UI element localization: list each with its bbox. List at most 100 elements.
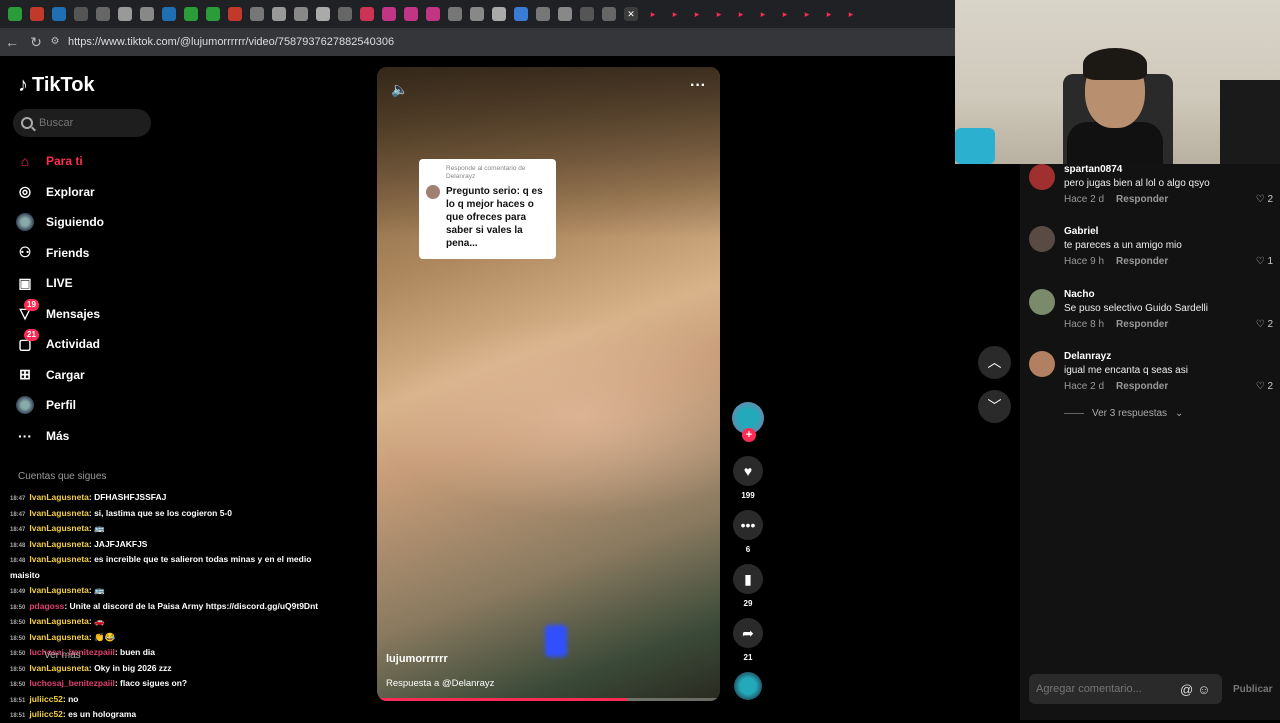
sidebar-item-perfil[interactable]: Perfil (16, 390, 104, 421)
chat-time: 18:50 (10, 620, 26, 626)
like-button[interactable]: ♥ (733, 456, 763, 486)
browser-tab-favicon[interactable]: ▸ (668, 7, 682, 21)
sidebar-item-mensajes[interactable]: ▽ 19 Mensajes (16, 298, 104, 330)
comment-like-button[interactable]: ♡ 2 (1256, 194, 1273, 205)
comment-like-button[interactable]: ♡ 2 (1256, 319, 1273, 330)
browser-tab-favicon[interactable] (426, 7, 440, 21)
sidebar-item-friends[interactable]: ⚇ Friends (16, 238, 104, 269)
reload-icon[interactable]: ↻ (24, 30, 48, 54)
browser-tab-favicon[interactable] (206, 7, 220, 21)
volume-icon[interactable]: 🔈 (391, 81, 408, 98)
url-field[interactable]: https://www.tiktok.com/@lujumorrrrrr/vid… (68, 36, 394, 48)
reply-button[interactable]: Responder (1116, 256, 1168, 267)
save-button[interactable]: ▮ (733, 564, 763, 594)
previous-video-button[interactable]: ︿ (978, 346, 1011, 379)
browser-tab-favicon[interactable]: ▸ (734, 7, 748, 21)
video-caption[interactable]: Respuesta a @Delanrayz (386, 678, 494, 689)
comment-input-box[interactable]: @ ☺ (1029, 674, 1222, 704)
search-box[interactable] (13, 109, 151, 137)
browser-tab-favicon[interactable]: ▸ (800, 7, 814, 21)
avatar[interactable] (1029, 226, 1055, 252)
browser-tab-favicon[interactable] (8, 7, 22, 21)
emoji-icon[interactable]: ☺ (1197, 682, 1210, 697)
back-icon[interactable]: ← (0, 30, 24, 54)
comment-button[interactable]: ••• (733, 510, 763, 540)
browser-tab-favicon[interactable]: ▸ (690, 7, 704, 21)
creator-avatar[interactable]: + (732, 402, 764, 442)
browser-tab-favicon[interactable] (514, 7, 528, 21)
browser-tab-favicon[interactable] (602, 7, 616, 21)
browser-tab-favicon[interactable] (294, 7, 308, 21)
avatar[interactable] (1029, 351, 1055, 377)
browser-tab-favicon[interactable] (184, 7, 198, 21)
browser-tab-favicon[interactable] (360, 7, 374, 21)
browser-tab-favicon[interactable] (250, 7, 264, 21)
comment-username[interactable]: Delanrayz (1064, 351, 1111, 362)
comment-input[interactable] (1036, 683, 1176, 695)
browser-tab-favicon[interactable]: ▸ (778, 7, 792, 21)
tiktok-logo[interactable]: ♪ TikTok (18, 74, 95, 97)
sidebar-item-cargar[interactable]: ⊞ Cargar (16, 360, 104, 391)
browser-tab-favicon[interactable] (118, 7, 132, 21)
search-input[interactable] (39, 117, 139, 129)
video-author[interactable]: lujumorrrrrr (386, 653, 448, 665)
sidebar-item-label: Mensajes (46, 306, 101, 321)
sidebar-item-actividad[interactable]: ▢ 21 Actividad (16, 329, 104, 360)
browser-tab-favicon[interactable] (52, 7, 66, 21)
reply-button[interactable]: Responder (1116, 381, 1168, 392)
next-video-button[interactable]: ﹀ (978, 390, 1011, 423)
sidebar-item-live[interactable]: ▣ LIVE (16, 268, 104, 299)
avatar[interactable] (1029, 164, 1055, 190)
browser-tab-favicon[interactable] (382, 7, 396, 21)
reply-button[interactable]: Responder (1116, 194, 1168, 205)
comment-username[interactable]: spartan0874 (1064, 164, 1122, 175)
follow-plus-icon[interactable]: + (742, 428, 756, 442)
sidebar-item-explorar[interactable]: ◎ Explorar (16, 177, 104, 208)
browser-tab-favicon[interactable]: ▸ (844, 7, 858, 21)
chat-text: : Unite al discord de la Paisa Army http… (64, 600, 319, 611)
mention-icon[interactable]: @ (1180, 682, 1193, 697)
browser-tab-favicon[interactable] (228, 7, 242, 21)
avatar[interactable] (1029, 289, 1055, 315)
browser-tab-favicon[interactable] (338, 7, 352, 21)
comment-like-button[interactable]: ♡ 2 (1256, 381, 1273, 392)
browser-tab-favicon[interactable]: ▸ (646, 7, 660, 21)
more-options-icon[interactable]: ··· (690, 77, 706, 95)
browser-tab-favicon[interactable] (316, 7, 330, 21)
sidebar-item-label: Friends (46, 245, 90, 260)
browser-tab-favicon[interactable] (96, 7, 110, 21)
share-button[interactable]: ➦ (733, 618, 763, 648)
site-info-icon[interactable]: ⚙ (48, 30, 62, 54)
sidebar-item-para-ti[interactable]: ⌂ Para ti (16, 146, 104, 177)
see-more-link[interactable]: Ver más (44, 650, 81, 661)
comment-like-button[interactable]: ♡ 1 (1256, 256, 1273, 267)
music-disc-icon[interactable] (734, 672, 762, 700)
browser-tab-favicon[interactable] (558, 7, 572, 21)
video-player[interactable]: 🔈 ··· Responde al comentario de Delanray… (377, 67, 720, 701)
comment-username[interactable]: Nacho (1064, 289, 1095, 300)
browser-tab-favicon[interactable] (448, 7, 462, 21)
browser-tab-favicon[interactable] (492, 7, 506, 21)
sidebar-item-más[interactable]: ··· Más (16, 421, 104, 452)
browser-tab-favicon[interactable] (74, 7, 88, 21)
browser-tab-favicon[interactable] (162, 7, 176, 21)
chat-username: IvanLagusneta (29, 662, 89, 673)
reply-button[interactable]: Responder (1116, 319, 1168, 330)
comment-username[interactable]: Gabriel (1064, 226, 1098, 237)
browser-tab-favicon[interactable] (536, 7, 550, 21)
browser-tab-favicon[interactable] (404, 7, 418, 21)
browser-tab-favicon[interactable]: ▸ (756, 7, 770, 21)
browser-tab-favicon[interactable] (140, 7, 154, 21)
browser-tab-favicon[interactable] (30, 7, 44, 21)
browser-tab-favicon[interactable] (580, 7, 594, 21)
browser-tab-favicon[interactable]: ▸ (822, 7, 836, 21)
browser-tab-favicon[interactable]: ▸ (712, 7, 726, 21)
messages-icon: ▽ 19 (16, 298, 39, 323)
close-tab-icon[interactable]: ✕ (624, 7, 638, 21)
sidebar-item-siguiendo[interactable]: Siguiendo (16, 207, 104, 238)
browser-tab-strip[interactable]: ✕ ▸ ▸ ▸ ▸ ▸ ▸ ▸ ▸ ▸ ▸ (0, 0, 955, 28)
video-progress-bar[interactable] (377, 698, 720, 701)
browser-tab-favicon[interactable] (272, 7, 286, 21)
publish-button[interactable]: Publicar (1233, 684, 1272, 695)
browser-tab-favicon[interactable] (470, 7, 484, 21)
